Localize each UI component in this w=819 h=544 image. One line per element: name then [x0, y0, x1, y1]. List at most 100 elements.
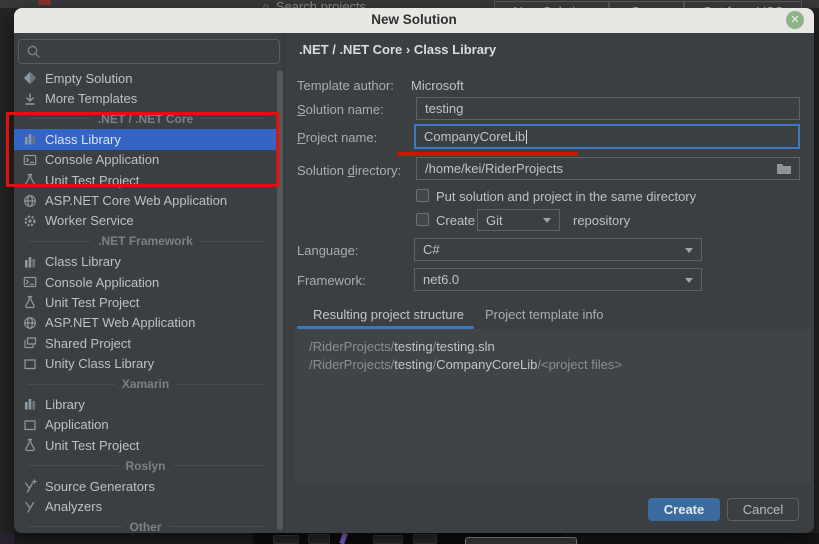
template-search-input[interactable] — [18, 39, 280, 64]
globe-icon — [23, 316, 38, 330]
language-select[interactable]: C# — [414, 238, 702, 261]
gamma-sparkle-icon — [23, 479, 38, 493]
sidebar-item[interactable]: Console Application — [14, 272, 277, 292]
sidebar-item-label: Class Library — [45, 254, 121, 269]
sidebar-item-label: Unity Class Library — [45, 356, 154, 371]
create-repository-checkbox[interactable] — [416, 213, 429, 226]
repository-label: repository — [573, 213, 630, 228]
solution-name-input[interactable]: testing — [416, 97, 800, 120]
open-button[interactable]: Open — [609, 1, 684, 8]
solution-icon — [23, 71, 38, 85]
library-icon — [23, 255, 38, 269]
sidebar-item[interactable]: Shared Project — [14, 333, 277, 353]
same-directory-label: Put solution and project in the same dir… — [436, 189, 696, 204]
search-icon — [26, 44, 42, 60]
sidebar-item-label: Analyzers — [45, 499, 102, 514]
sidebar-item-label: Unit Test Project — [45, 438, 139, 453]
chevron-down-icon — [685, 278, 693, 283]
language-value: C# — [423, 242, 440, 257]
solution-directory-input[interactable]: /home/kei/RiderProjects — [416, 157, 800, 180]
desktop-background — [0, 533, 819, 544]
template-author-value: Microsoft — [411, 78, 464, 93]
solution-directory-label: Solution directory: — [297, 163, 401, 178]
shared-project-icon — [23, 336, 38, 350]
sidebar-item-label: Worker Service — [45, 213, 134, 228]
sidebar-item[interactable]: Library — [14, 394, 277, 414]
text-caret — [526, 130, 527, 144]
search-icon: ⌕ — [262, 0, 270, 8]
sidebar-item-label: Console Application — [45, 275, 159, 290]
sidebar-item[interactable]: Worker Service — [14, 211, 277, 231]
vcs-value: Git — [486, 213, 503, 228]
background-search-text: Search projects — [276, 0, 366, 8]
framework-select[interactable]: net6.0 — [414, 268, 702, 291]
sidebar-item-label: Library — [45, 397, 85, 412]
new-solution-dialog: New Solution ✕ Empty Solution More Templa… — [14, 8, 814, 533]
template-sidebar: Empty SolutionMore Templates.NET / .NET … — [14, 33, 285, 533]
globe-icon — [23, 194, 38, 208]
sidebar-item[interactable]: ASP.NET Core Web Application — [14, 190, 277, 210]
background-fragment — [0, 533, 14, 544]
background-toolbar: ⌕ Search projects New Solution Open Get f… — [0, 0, 819, 8]
same-directory-checkbox[interactable] — [416, 189, 429, 202]
resulting-structure-panel: /RiderProjects/testing/testing.sln/Rider… — [295, 329, 811, 483]
get-from-vcs-button[interactable]: Get from VCS — [684, 1, 802, 8]
app-logo — [38, 0, 51, 5]
sidebar-item-label: Application — [45, 417, 109, 432]
sidebar-item-label: Shared Project — [45, 336, 131, 351]
structure-line: /RiderProjects/testing/testing.sln — [309, 338, 811, 356]
section-header: Roslyn — [14, 455, 277, 475]
gamma-icon — [23, 499, 38, 513]
sidebar-item[interactable]: ASP.NET Web Application — [14, 313, 277, 333]
background-search-field[interactable]: ⌕ Search projects — [262, 0, 366, 8]
background-fragment — [14, 533, 253, 544]
section-header: Other — [14, 517, 277, 533]
sidebar-item-label: ASP.NET Core Web Application — [45, 193, 227, 208]
project-name-input[interactable]: CompanyCoreLib — [414, 124, 800, 149]
tab-resulting-project-structure[interactable]: Resulting project structure — [313, 307, 464, 322]
sidebar-item[interactable]: Unit Test Project — [14, 292, 277, 312]
background-button-fragment — [465, 537, 577, 544]
sidebar-item-label: Source Generators — [45, 479, 155, 494]
annotation-underline — [397, 152, 578, 156]
dialog-titlebar: New Solution ✕ — [14, 8, 814, 33]
sidebar-item-label: More Templates — [45, 91, 137, 106]
solution-name-label: Solution name: — [297, 102, 384, 117]
folder-icon[interactable] — [776, 162, 792, 175]
dialog-title: New Solution — [14, 12, 814, 27]
flask-icon — [23, 438, 38, 452]
tab-project-template-info[interactable]: Project template info — [485, 307, 604, 322]
structure-line: /RiderProjects/testing/CompanyCoreLib/<p… — [309, 356, 811, 374]
breadcrumb: .NET / .NET Core › Class Library — [299, 42, 496, 57]
close-icon[interactable]: ✕ — [786, 11, 804, 29]
solution-name-value: testing — [425, 101, 463, 116]
vcs-select[interactable]: Git — [477, 209, 560, 231]
language-label: Language: — [297, 243, 358, 258]
chevron-down-icon — [685, 248, 693, 253]
sidebar-item[interactable]: Class Library — [14, 252, 277, 272]
sidebar-item-label: Unit Test Project — [45, 295, 139, 310]
sidebar-item[interactable]: Unity Class Library — [14, 353, 277, 373]
solution-settings-panel: .NET / .NET Core › Class Library Templat… — [285, 33, 814, 533]
new-solution-button[interactable]: New Solution — [494, 1, 609, 8]
sidebar-item[interactable]: Unit Test Project — [14, 435, 277, 455]
cancel-button[interactable]: Cancel — [727, 498, 799, 521]
square-icon — [23, 418, 38, 432]
framework-value: net6.0 — [423, 272, 459, 287]
create-button[interactable]: Create — [648, 498, 720, 521]
sidebar-item[interactable]: More Templates — [14, 88, 277, 108]
chevron-down-icon — [543, 218, 551, 223]
annotation-rectangle — [6, 112, 279, 187]
terminal-icon — [23, 275, 38, 289]
sidebar-item-label: ASP.NET Web Application — [45, 315, 195, 330]
sidebar-item[interactable]: Source Generators — [14, 476, 277, 496]
flask-icon — [23, 295, 38, 309]
project-name-value: CompanyCoreLib — [424, 129, 525, 144]
library-icon — [23, 397, 38, 411]
sidebar-item[interactable]: Analyzers — [14, 496, 277, 516]
create-repository-label: Create — [436, 213, 475, 228]
sidebar-item[interactable]: Empty Solution — [14, 68, 277, 88]
square-icon — [23, 357, 38, 371]
template-author-label: Template author: — [297, 78, 394, 93]
sidebar-item[interactable]: Application — [14, 415, 277, 435]
